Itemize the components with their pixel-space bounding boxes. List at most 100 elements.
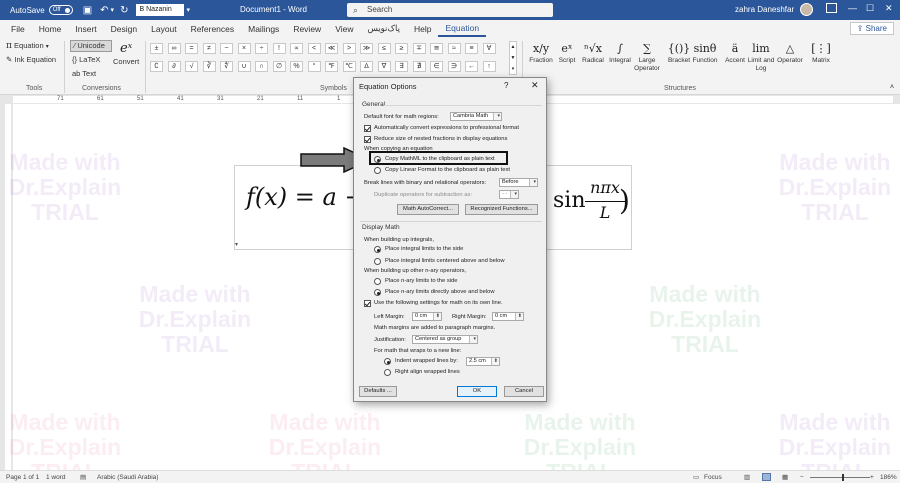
structure-button[interactable]: x/y Fraction xyxy=(527,41,555,65)
tab-layout[interactable]: Layout xyxy=(144,24,184,34)
equation-options-handle[interactable]: ▾ xyxy=(235,241,238,248)
nary-above-radio[interactable] xyxy=(374,289,381,296)
integral-side-radio[interactable] xyxy=(374,246,381,253)
tab-mailings[interactable]: Mailings xyxy=(241,24,286,34)
integral-centered-radio[interactable] xyxy=(374,258,381,265)
tab-references[interactable]: References xyxy=(184,24,241,34)
left-margin-spinner[interactable]: 0 cm ⬍ xyxy=(412,312,442,321)
search-input[interactable]: ⌕ Search xyxy=(347,3,553,17)
zoom-out-icon[interactable]: − xyxy=(800,471,804,483)
symbol-button[interactable]: ← xyxy=(465,61,478,72)
symbol-button[interactable]: ∇ xyxy=(377,61,391,72)
nary-side-radio[interactable] xyxy=(374,278,381,285)
symbol-button[interactable]: > xyxy=(342,43,356,54)
defaults-button[interactable]: Defaults ... xyxy=(359,386,397,397)
symbol-button[interactable]: ∂ xyxy=(167,61,181,72)
symbol-button[interactable]: ℉ xyxy=(325,61,338,72)
indent-wrapped-radio[interactable] xyxy=(384,358,391,365)
ribbon-display-icon[interactable] xyxy=(826,3,837,13)
dialog-close-icon[interactable]: ✕ xyxy=(531,80,539,91)
undo-dropdown-icon[interactable]: ▾ xyxy=(111,6,115,14)
customize-toolbar-icon[interactable]: ▾ xyxy=(186,6,190,14)
symbol-button[interactable]: ∪ xyxy=(237,61,251,72)
share-button[interactable]: ⇪ Share xyxy=(849,22,894,35)
cancel-button[interactable]: Cancel xyxy=(504,386,544,397)
symbol-button[interactable]: ≪ xyxy=(325,43,338,54)
reduce-size-checkbox[interactable] xyxy=(364,136,371,143)
save-icon[interactable]: ▣ xyxy=(83,5,92,16)
tab-equation[interactable]: Equation xyxy=(438,20,487,37)
focus-icon[interactable]: ▭ xyxy=(693,471,699,483)
structure-button[interactable]: sinθ Function xyxy=(691,41,719,65)
symbol-button[interactable]: ∆ xyxy=(360,61,373,72)
symbol-button[interactable]: ∅ xyxy=(272,61,286,72)
symbol-button[interactable]: ∝ xyxy=(290,43,303,54)
duplicate-operators-dropdown[interactable]: - - ▾ xyxy=(499,190,519,199)
symbol-button[interactable]: ∓ xyxy=(412,43,426,54)
symbol-button[interactable]: ≫ xyxy=(360,43,373,54)
font-name-box[interactable]: B Nazanin xyxy=(136,4,185,16)
symbol-button[interactable]: × xyxy=(237,43,251,54)
default-font-dropdown[interactable]: Cambria Math ▾ xyxy=(450,112,502,121)
focus-label[interactable]: Focus xyxy=(704,471,722,483)
symbol-button[interactable]: ≈ xyxy=(447,43,461,54)
symbol-button[interactable]: < xyxy=(307,43,321,54)
symbol-button[interactable]: ∈ xyxy=(430,61,443,72)
structure-button[interactable]: ∫ Integral xyxy=(606,41,634,65)
symbol-button[interactable]: % xyxy=(290,61,303,72)
copy-linear-radio[interactable] xyxy=(374,167,381,174)
symbol-button[interactable]: ∃ xyxy=(395,61,408,72)
symbol-button[interactable]: ∜ xyxy=(220,61,233,72)
symbol-button[interactable]: ↑ xyxy=(482,61,496,72)
structure-button[interactable]: {()} Bracket xyxy=(665,41,693,65)
symbol-button[interactable]: ° xyxy=(307,61,321,72)
tab-paknevis[interactable]: پاک‌نویس xyxy=(360,23,407,34)
avatar[interactable] xyxy=(800,3,813,16)
symbol-button[interactable]: ∩ xyxy=(255,61,268,72)
symbol-button[interactable]: ≠ xyxy=(202,43,216,54)
symbol-button[interactable]: ℃ xyxy=(342,61,356,72)
symbol-button[interactable]: ∄ xyxy=(412,61,426,72)
structure-button[interactable]: ⁿ√x Radical xyxy=(579,41,607,65)
tab-design[interactable]: Design xyxy=(104,24,144,34)
structure-button[interactable]: ∑ Large Operator xyxy=(633,41,661,73)
language-status[interactable]: Arabic (Saudi Arabia) xyxy=(97,471,158,483)
break-lines-dropdown[interactable]: Before ▾ xyxy=(499,178,538,187)
close-icon[interactable]: ✕ xyxy=(885,3,893,14)
symbol-button[interactable]: ≡ xyxy=(465,43,478,54)
autosave-toggle[interactable]: Off xyxy=(48,5,73,15)
symbol-button[interactable]: ≥ xyxy=(395,43,408,54)
gallery-scroll[interactable]: ▲ ▼ ▾ xyxy=(509,41,517,75)
proofing-icon[interactable]: ▤ xyxy=(80,471,86,483)
word-count[interactable]: 1 word xyxy=(46,471,66,483)
maximize-icon[interactable]: ☐ xyxy=(866,3,874,14)
user-name[interactable]: zahra Daneshfar xyxy=(735,5,794,14)
tab-home[interactable]: Home xyxy=(32,24,69,34)
equation-button[interactable]: π Equation ▾ xyxy=(6,41,49,51)
auto-convert-checkbox[interactable] xyxy=(364,125,371,132)
web-layout-icon[interactable]: ▦ xyxy=(782,471,788,483)
print-layout-icon[interactable] xyxy=(762,473,771,481)
tab-file[interactable]: File xyxy=(4,24,32,34)
right-margin-spinner[interactable]: 0 cm ⬍ xyxy=(492,312,524,321)
structure-button[interactable]: lim Limit and Log xyxy=(747,41,775,73)
symbol-button[interactable]: ∁ xyxy=(150,61,163,72)
recognized-functions-button[interactable]: Recognized Functions... xyxy=(465,204,538,215)
structure-button[interactable]: △ Operator xyxy=(776,41,804,65)
zoom-slider[interactable] xyxy=(810,477,870,478)
read-mode-icon[interactable]: ▥ xyxy=(744,471,750,483)
symbol-button[interactable]: = xyxy=(185,43,198,54)
justification-dropdown[interactable]: Centered as group ▾ xyxy=(412,335,478,344)
symbol-button[interactable]: ≅ xyxy=(430,43,443,54)
tab-view[interactable]: View xyxy=(328,24,360,34)
page-count[interactable]: Page 1 of 1 xyxy=(6,471,39,483)
zoom-in-icon[interactable]: + xyxy=(870,471,874,483)
ok-button[interactable]: OK xyxy=(457,386,497,397)
latex-button[interactable]: {} LaTeX xyxy=(72,55,100,64)
symbol-button[interactable]: ÷ xyxy=(255,43,268,54)
symbol-button[interactable]: ∋ xyxy=(447,61,461,72)
minimize-icon[interactable]: — xyxy=(848,3,857,13)
unicode-button[interactable]: ∕ Unicode xyxy=(70,40,112,52)
zoom-level[interactable]: 186% xyxy=(880,471,897,483)
symbol-button[interactable]: ∞ xyxy=(167,43,181,54)
